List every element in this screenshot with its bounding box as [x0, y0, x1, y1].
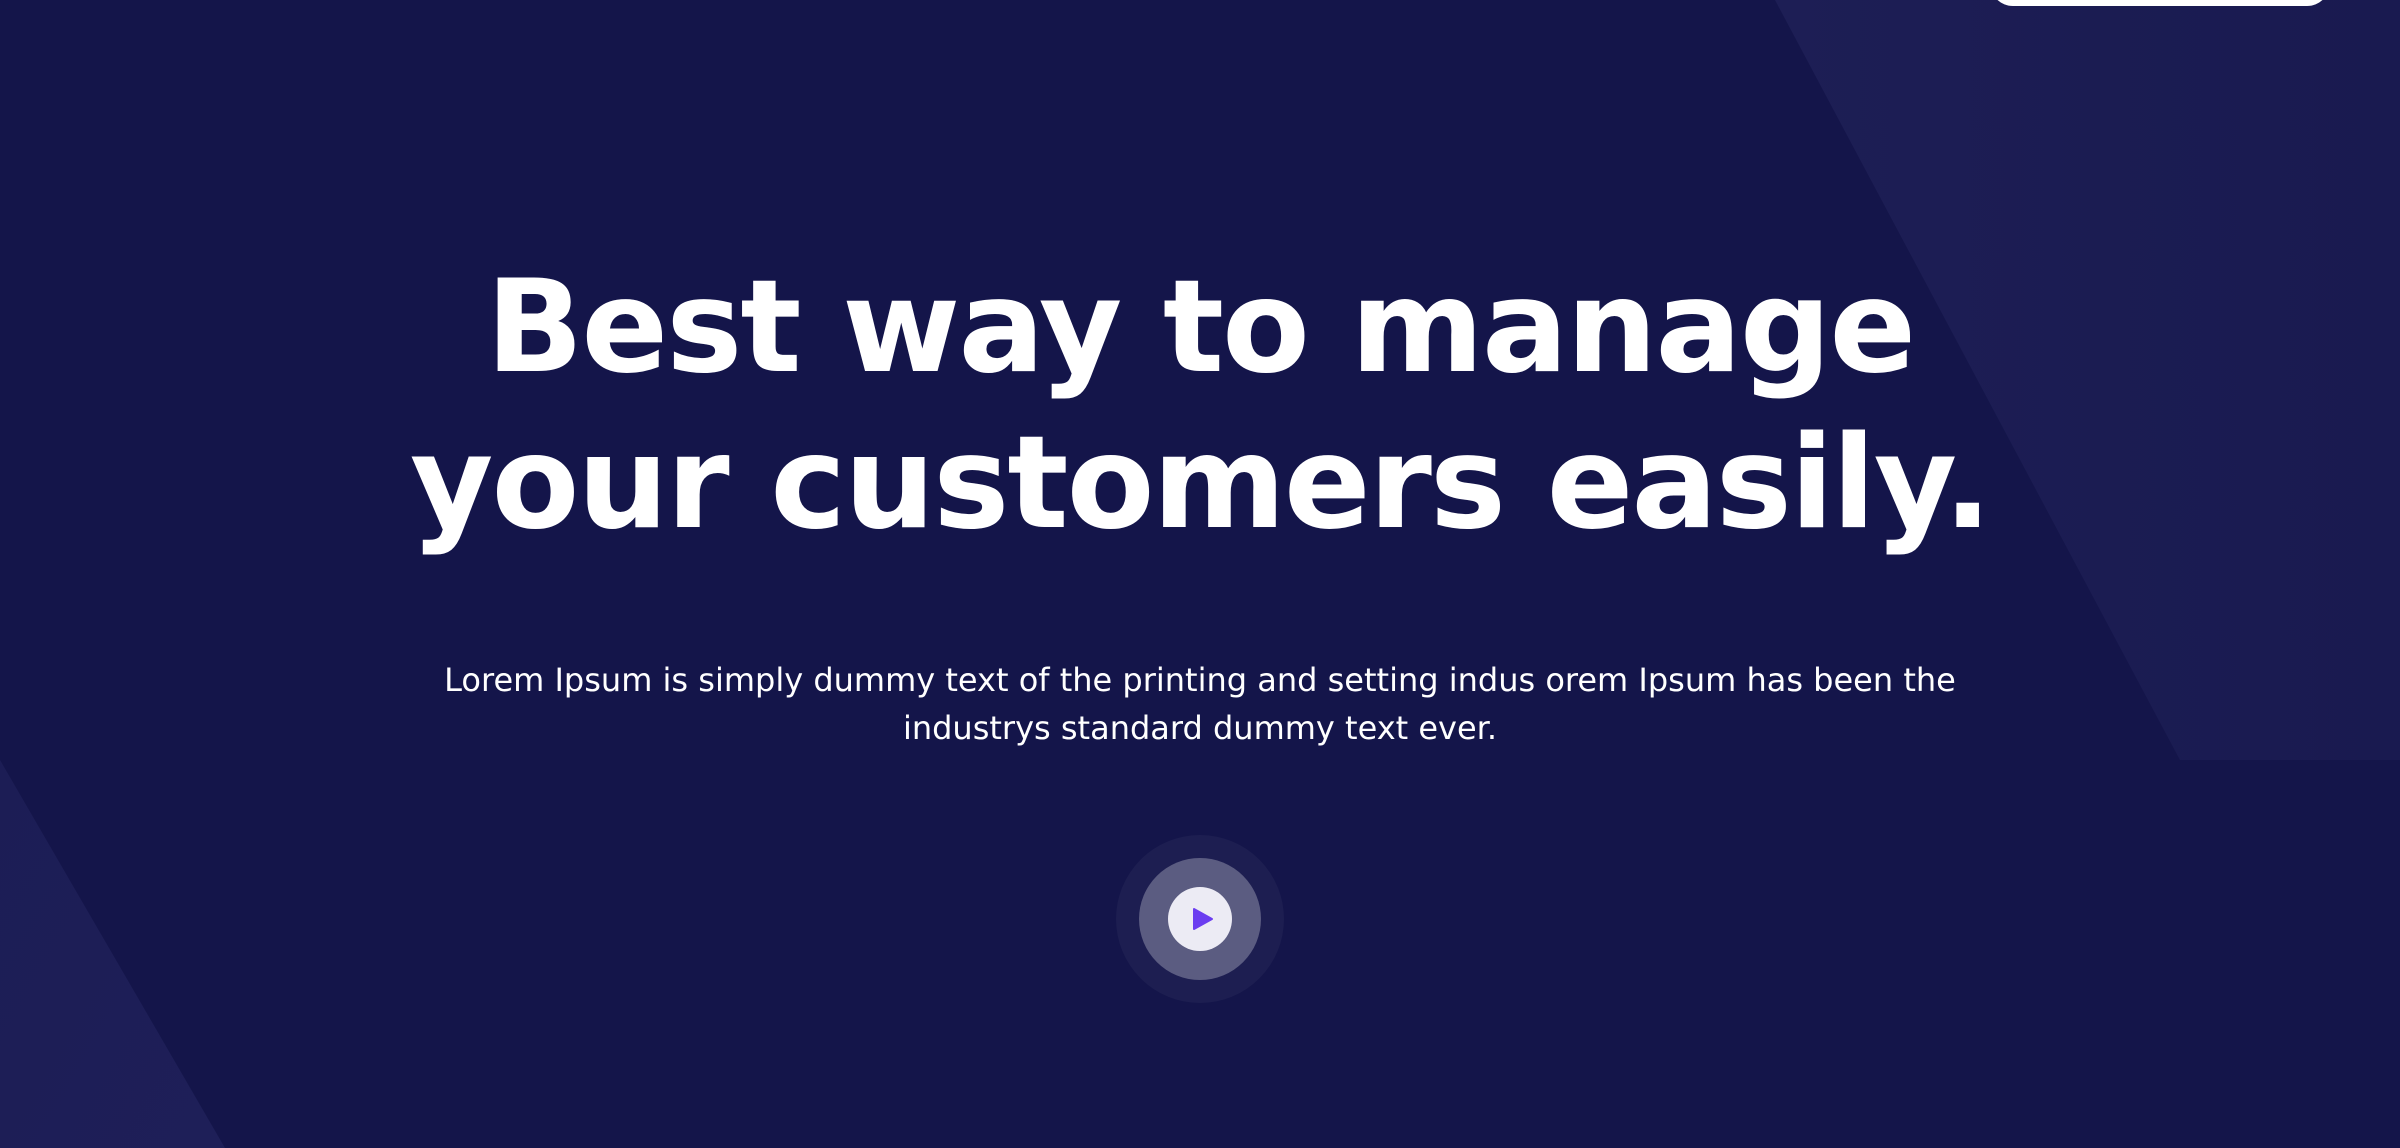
play-button-core — [1168, 887, 1232, 951]
play-icon — [1193, 908, 1213, 930]
play-video-button[interactable] — [1116, 835, 1284, 1003]
hero-description-line-1: Lorem Ipsum is simply dummy text of the … — [444, 661, 1956, 699]
hero-headline: Best way to manage your customers easily… — [0, 250, 2400, 562]
hero-headline-line-2: your customers easily. — [410, 409, 1992, 558]
hero-section: Best way to manage your customers easily… — [0, 0, 2400, 1148]
hero-description-line-2: industrys standard dummy text ever. — [902, 709, 1498, 747]
play-button-ring — [1139, 858, 1261, 980]
background-shape-left — [0, 760, 225, 1148]
hero-headline-line-1: Best way to manage — [485, 253, 1916, 402]
hero-description: Lorem Ipsum is simply dummy text of the … — [0, 656, 2400, 752]
header-cta-button[interactable] — [1990, 0, 2330, 6]
